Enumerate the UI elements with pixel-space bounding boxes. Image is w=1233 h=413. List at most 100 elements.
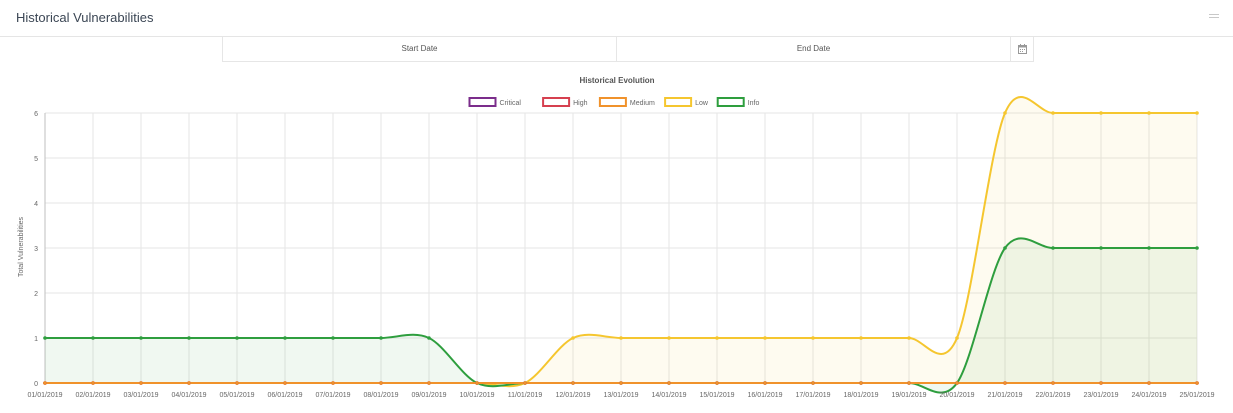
x-tick-label: 01/01/2019 [27,392,62,399]
point-medium [811,381,815,385]
y-tick-label: 2 [34,291,38,298]
point-medium [379,381,383,385]
legend-swatch-low [664,97,693,107]
legend-label-low: Low [695,100,709,107]
point-info [379,336,383,340]
menu-icon[interactable] [1209,14,1219,20]
point-medium [1147,381,1151,385]
point-info [331,336,335,340]
point-low [571,336,575,340]
x-tick-label: 21/01/2019 [987,392,1022,399]
x-tick-label: 22/01/2019 [1035,392,1070,399]
legend-label-critical: Critical [500,100,522,107]
point-medium [1195,381,1199,385]
x-tick-label: 06/01/2019 [267,392,302,399]
point-info [139,336,143,340]
chart-container: Historical Evolution Critical High Medium L… [0,68,1233,408]
point-info [283,336,287,340]
point-medium [955,381,959,385]
point-medium [667,381,671,385]
point-medium [1051,381,1055,385]
point-medium [139,381,143,385]
point-medium [187,381,191,385]
point-low [1051,111,1055,115]
point-low [907,336,911,340]
x-tick-label: 23/01/2019 [1083,392,1118,399]
point-low [811,336,815,340]
point-medium [619,381,623,385]
point-medium [859,381,863,385]
point-info [235,336,239,340]
chart-legend: Critical High Medium Low Info [468,97,760,107]
x-tick-label: 14/01/2019 [651,392,686,399]
point-low [763,336,767,340]
legend-swatch-critical [468,97,497,107]
point-low [1099,111,1103,115]
y-tick-label: 1 [34,336,38,343]
point-medium [523,381,527,385]
point-info [187,336,191,340]
point-info [427,336,431,340]
date-range-picker: Start Date End Date [222,37,1034,62]
legend-label-high: High [573,100,588,107]
y-axis-ticks: 0 1 2 3 4 5 6 [34,111,38,388]
point-low [619,336,623,340]
legend-label-info: Info [748,100,760,107]
legend-swatch-info [716,97,745,107]
x-tick-label: 13/01/2019 [603,392,638,399]
point-info [1099,246,1103,250]
point-medium [331,381,335,385]
y-tick-label: 5 [34,156,38,163]
point-medium [1003,381,1007,385]
point-medium [427,381,431,385]
point-medium [475,381,479,385]
point-low [667,336,671,340]
point-info [1195,246,1199,250]
point-medium [43,381,47,385]
point-low [1147,111,1151,115]
point-low [859,336,863,340]
x-tick-label: 15/01/2019 [699,392,734,399]
y-axis-label: Total Vulnerabilities [18,216,25,277]
chart-title: Historical Evolution [579,76,654,85]
point-medium [715,381,719,385]
panel-header: Historical Vulnerabilities [0,0,1233,37]
point-low [1003,111,1007,115]
x-tick-label: 24/01/2019 [1131,392,1166,399]
panel-title: Historical Vulnerabilities [16,10,154,25]
x-tick-label: 05/01/2019 [219,392,254,399]
x-tick-label: 10/01/2019 [459,392,494,399]
point-info [1147,246,1151,250]
x-tick-label: 03/01/2019 [123,392,158,399]
legend-label-medium: Medium [630,100,655,107]
y-tick-label: 4 [34,201,38,208]
point-info [43,336,47,340]
x-tick-label: 19/01/2019 [891,392,926,399]
x-tick-label: 09/01/2019 [411,392,446,399]
legend-swatch-high [542,97,571,107]
x-tick-label: 02/01/2019 [75,392,110,399]
calendar-button[interactable] [1011,37,1033,61]
end-date-input[interactable]: End Date [617,37,1011,61]
point-medium [763,381,767,385]
point-medium [235,381,239,385]
start-date-input[interactable]: Start Date [223,37,617,61]
x-tick-label: 20/01/2019 [939,392,974,399]
legend-swatch-medium [598,97,627,107]
x-tick-label: 25/01/2019 [1179,392,1214,399]
x-tick-label: 07/01/2019 [315,392,350,399]
x-tick-label: 17/01/2019 [795,392,830,399]
point-low [955,336,959,340]
point-info [91,336,95,340]
point-medium [1099,381,1103,385]
x-tick-label: 11/01/2019 [508,392,543,399]
x-tick-label: 16/01/2019 [747,392,782,399]
x-tick-label: 12/01/2019 [555,392,590,399]
point-info [1051,246,1055,250]
point-info [1003,246,1007,250]
historical-vulnerabilities-panel: Historical Vulnerabilities Start Date En… [0,0,1233,408]
point-medium [283,381,287,385]
point-low [1195,111,1199,115]
point-medium [91,381,95,385]
y-tick-label: 6 [34,111,38,118]
